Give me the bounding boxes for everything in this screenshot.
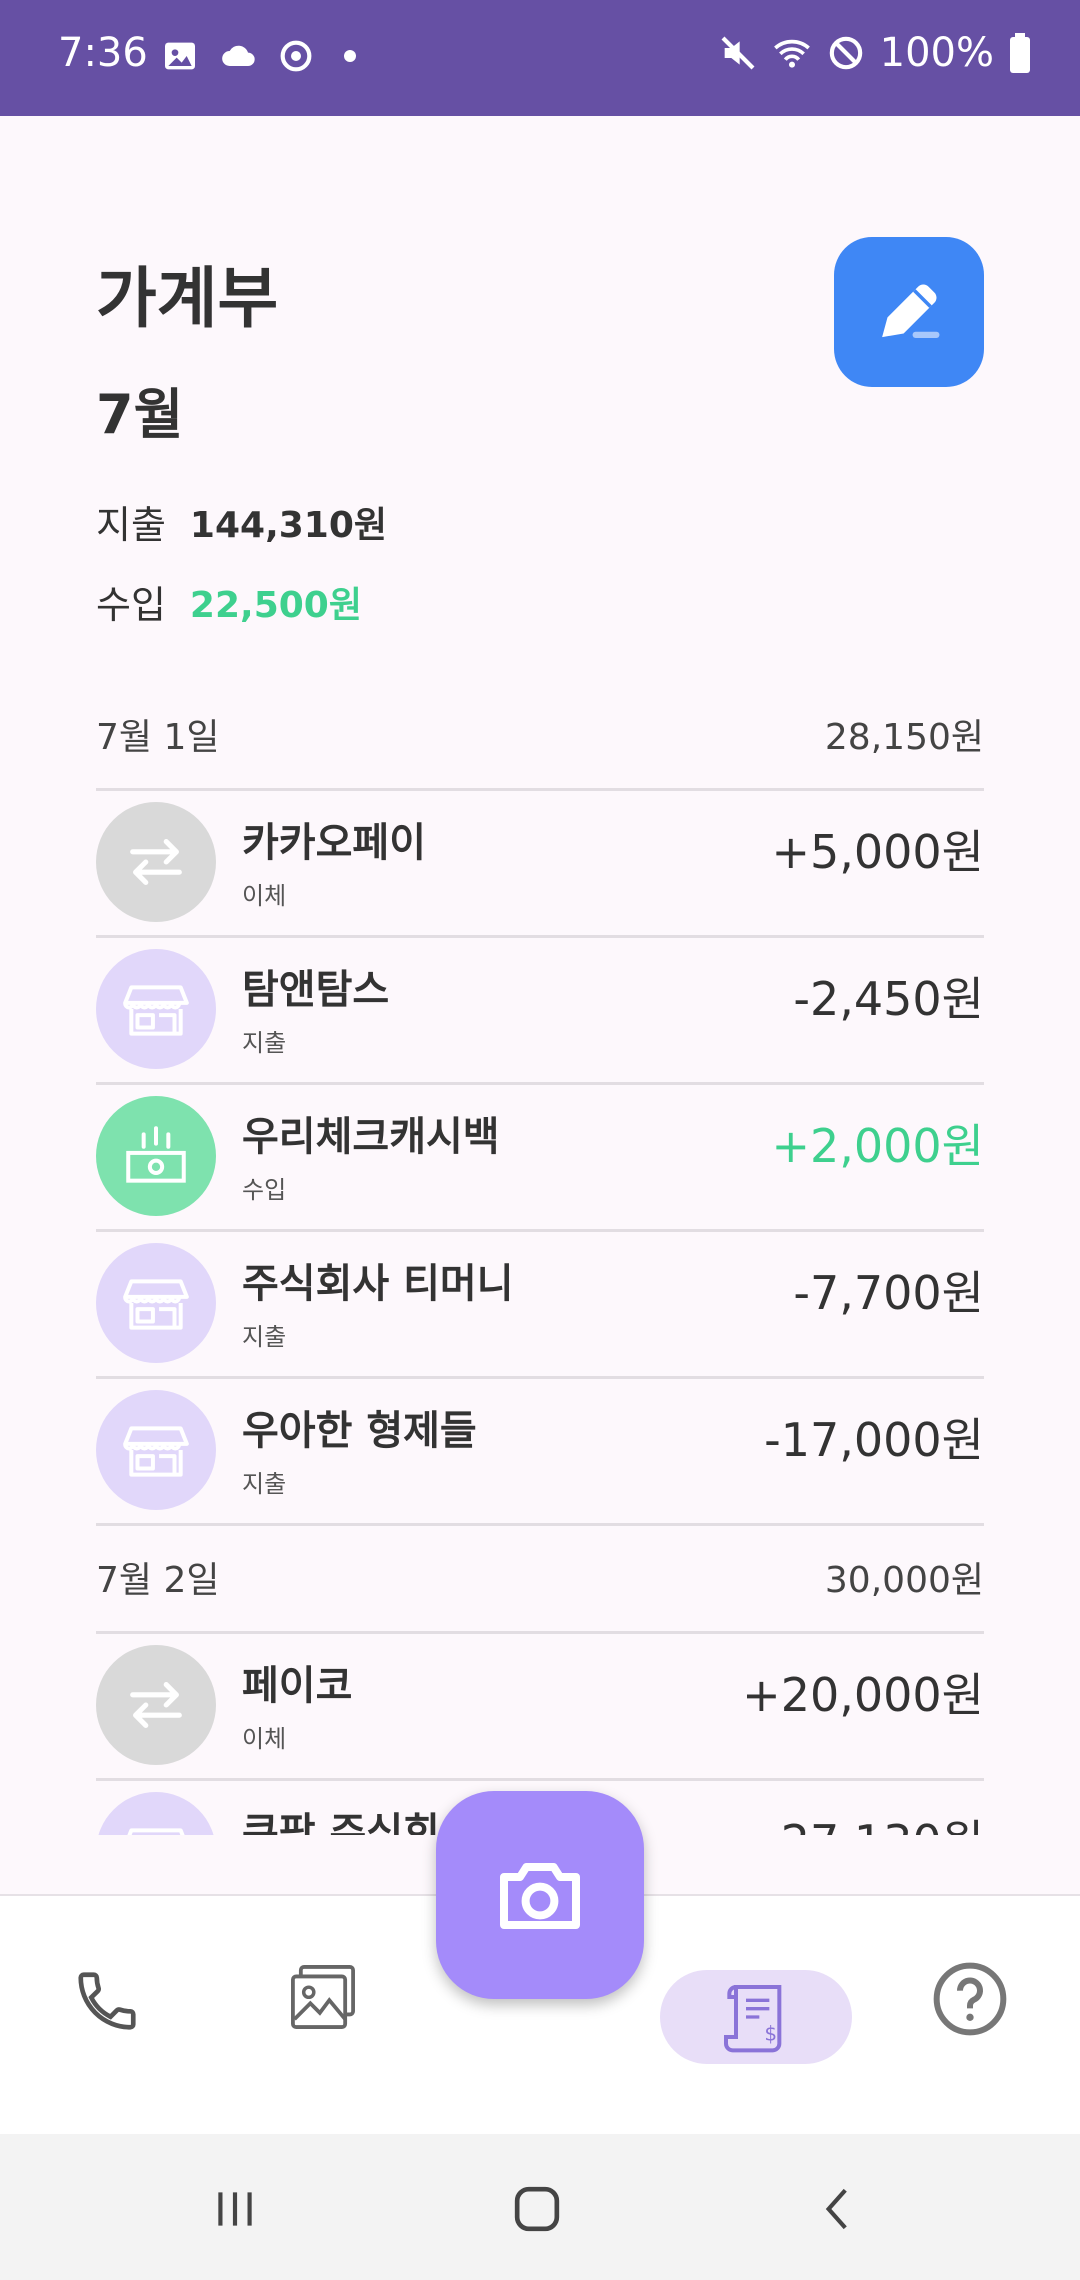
month-label: 7월 [96,383,184,446]
transfer-avatar [96,1645,216,1765]
transaction-name: 탐앤탐스 [242,967,390,1013]
income-value: 22,500원 [189,584,362,626]
transaction-category: 수입 [242,1176,287,1204]
transaction-row[interactable]: 우리체크캐시백 수입 +2,000원 [96,1082,984,1232]
store-icon [123,1426,189,1477]
transaction-name: 주식회사 티머니 [242,1261,514,1307]
transaction-category: 이체 [242,882,287,910]
transaction-amount: +5,000원 [771,825,984,879]
cloud-icon [222,45,255,66]
back-button[interactable] [804,2174,874,2244]
transaction-name: 우리체크캐시백 [242,1114,500,1160]
expense-avatar [96,1243,216,1363]
income-avatar [96,1096,216,1216]
battery-percent: 100% [879,30,994,76]
page-title: 가계부 [96,260,279,337]
system-navigation [0,2134,1080,2280]
mute-icon [721,36,755,70]
recents-icon [218,2192,252,2226]
help-icon [933,1962,1007,2036]
transaction-amount: -2,450원 [793,972,984,1026]
transaction-amount: -7,700원 [793,1266,984,1320]
store-icon [127,1828,185,1835]
date-header: 7월 1일 28,150원 [96,680,984,791]
date-label: 7월 1일 [96,717,220,758]
status-bar: 7:36 100% [0,0,1080,116]
back-icon [825,2188,847,2230]
store-icon [123,1279,189,1330]
money-icon [126,1126,186,1183]
wifi-icon [773,39,810,68]
home-icon [514,2186,560,2232]
transfer-icon [130,839,182,885]
expense-value: 144,310원 [189,504,388,546]
expense-label: 지출 [96,503,166,547]
transaction-category: 지출 [242,1323,287,1351]
store-icon [123,985,189,1036]
date-total: 28,150원 [824,717,984,758]
receipt-icon: $ [724,1985,782,2053]
date-total: 30,000원 [824,1560,984,1601]
income-label: 수입 [96,583,166,627]
transaction-amount: +2,000원 [771,1119,984,1173]
camera-icon [500,1863,580,1929]
gallery-icon [291,1965,355,2029]
expense-summary: 지출 144,310원 [96,494,387,549]
transaction-row[interactable]: 우아한 형제들 지출 -17,000원 [96,1376,984,1526]
phone-icon [78,1972,136,2030]
transaction-name: 카카오페이 [242,820,426,866]
expense-avatar [96,1390,216,1510]
transaction-amount: -27,130원 [764,1806,984,1835]
date-label: 7월 2일 [96,1560,220,1601]
transaction-row[interactable]: 탐앤탐스 지출 -2,450원 [96,935,984,1085]
status-time: 7:36 [58,30,148,76]
transaction-name: 페이코 [242,1663,353,1709]
transaction-amount: +20,000원 [742,1668,984,1722]
notification-dot [344,50,356,62]
transaction-category: 이체 [242,1725,287,1753]
transaction-row[interactable]: 카카오페이 이체 +5,000원 [96,788,984,938]
svg-text:$: $ [764,2021,777,2045]
transaction-name: 우아한 형제들 [242,1408,477,1454]
sync-icon [280,40,312,72]
recent-apps-button[interactable] [200,2174,270,2244]
dnd-icon [829,36,862,70]
transaction-category: 지출 [242,1470,287,1498]
edit-button[interactable] [834,237,984,387]
transaction-amount: -17,000원 [764,1413,984,1467]
income-summary: 수입 22,500원 [96,574,362,629]
nav-receipt[interactable]: $ [660,1970,852,2064]
transaction-row[interactable]: 페이코 이체 +20,000원 [96,1631,984,1781]
expense-avatar [96,949,216,1069]
expense-avatar [96,1792,216,1835]
nav-gallery[interactable] [278,1952,368,2042]
nav-phone[interactable] [62,1956,152,2046]
transfer-icon [130,1682,182,1728]
transaction-row[interactable]: 주식회사 티머니 지출 -7,700원 [96,1229,984,1379]
image-icon [165,42,195,70]
pencil-icon [882,284,940,338]
transaction-list[interactable]: 7월 1일 28,150원 카카오페이 이체 +5,000원 탐앤탐스 지출 -… [0,680,1080,1835]
home-button[interactable] [502,2174,572,2244]
date-header: 7월 2일 30,000원 [96,1523,984,1634]
battery-icon [1010,33,1030,73]
transfer-avatar [96,802,216,922]
camera-button[interactable] [436,1791,644,1999]
transaction-category: 지출 [242,1029,287,1057]
nav-help[interactable] [925,1954,1015,2044]
